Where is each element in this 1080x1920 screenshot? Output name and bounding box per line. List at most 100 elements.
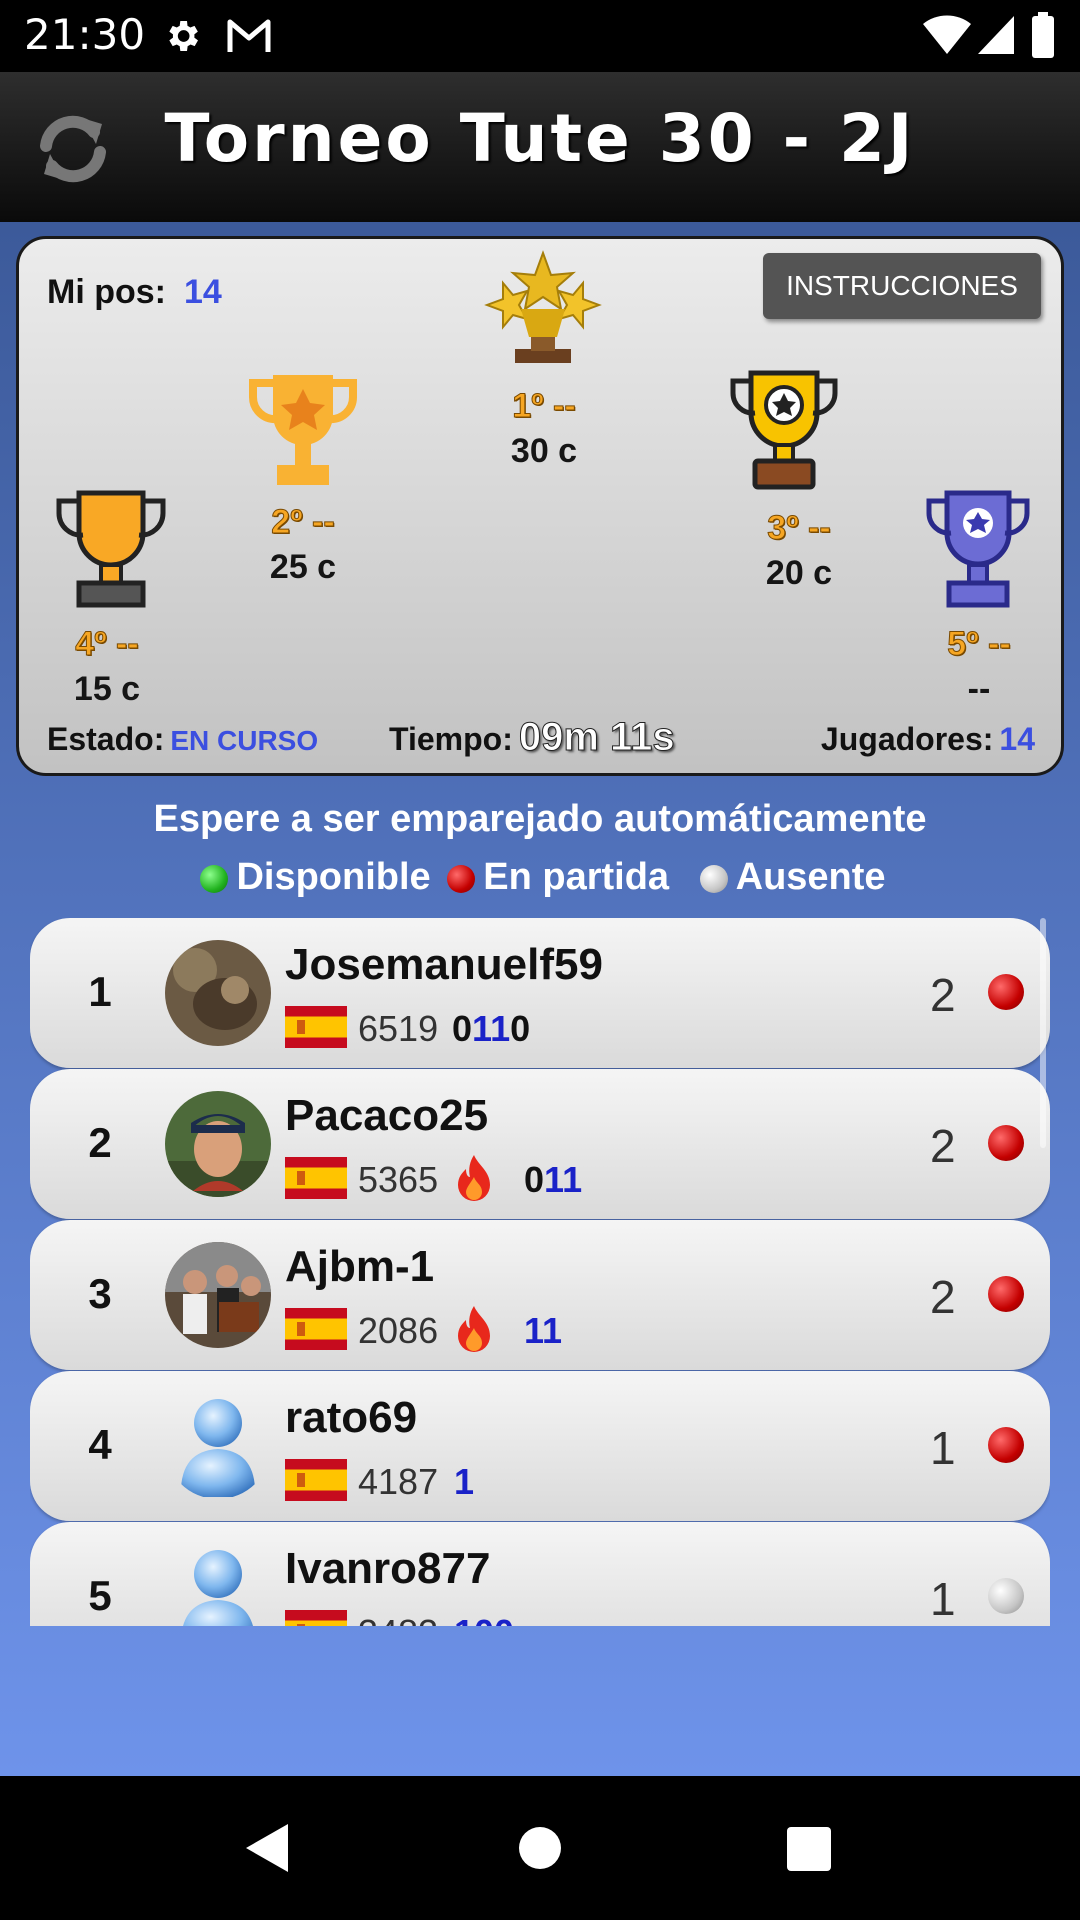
third-place-pos: 3º -- <box>767 509 831 548</box>
my-position: Mi pos: 14 <box>47 273 222 312</box>
player-row[interactable]: 2 Pacaco25 5365 011 2 <box>30 1069 1050 1219</box>
tournament-time: Tiempo: 09m 11s <box>389 715 675 760</box>
in-game-status-icon <box>988 1427 1024 1463</box>
second-place: 2º -- 25 c <box>223 503 383 587</box>
content-area: Mi pos: 14 INSTRUCCIONES 1º -- 30 c 2º -… <box>0 222 1080 1776</box>
spain-flag-icon <box>285 1157 347 1199</box>
in-game-status-icon <box>988 1276 1024 1312</box>
fifth-place-trophy-icon <box>923 487 1033 616</box>
home-icon[interactable] <box>518 1826 562 1875</box>
signal-icon <box>976 14 1016 61</box>
player-score: 3483 <box>358 1612 438 1626</box>
gmail-icon <box>226 18 272 59</box>
player-rank: 2 <box>88 1119 112 1166</box>
player-count-label: Jugadores: <box>820 721 994 757</box>
default-avatar-icon[interactable] <box>165 1393 271 1499</box>
my-position-label: Mi pos: <box>47 273 166 311</box>
spain-flag-icon <box>285 1459 347 1501</box>
fourth-place-pos: 4º -- <box>75 625 139 664</box>
player-streak: 1 <box>454 1461 475 1502</box>
battery-icon <box>1030 12 1056 63</box>
status-label: Estado: <box>47 721 165 757</box>
avatar[interactable] <box>165 1091 271 1197</box>
default-avatar-icon[interactable] <box>165 1544 271 1626</box>
status-time: 21:30 <box>24 10 146 59</box>
first-place-trophy-icon <box>481 249 605 374</box>
fourth-place-prize: 15 c <box>73 670 141 708</box>
fifth-place-prize: -- <box>967 670 991 708</box>
player-games: 2 <box>930 1120 956 1172</box>
list-scrollbar[interactable] <box>1040 918 1046 1148</box>
player-score: 6519 <box>358 1008 439 1049</box>
my-position-value: 14 <box>183 273 222 311</box>
tournament-status: Estado: EN CURSO <box>47 721 318 758</box>
player-row[interactable]: 3 Ajbm-1 2086 11 2 <box>30 1220 1050 1370</box>
player-row[interactable]: 1 Josemanuelf59 6519 0110 2 <box>30 918 1050 1068</box>
third-place-trophy-icon <box>725 367 843 496</box>
absent-status-icon <box>988 1578 1024 1614</box>
fourth-place-trophy-icon <box>49 487 173 616</box>
wait-message: Espere a ser emparejado automáticamente <box>153 798 927 840</box>
player-list[interactable]: 1 Josemanuelf59 6519 0110 2 2 Pacaco25 5365 011 2… <box>30 918 1050 1626</box>
spain-flag-icon <box>285 1610 347 1626</box>
instructions-button[interactable]: INSTRUCCIONES <box>763 253 1041 319</box>
spain-flag-icon <box>285 1308 347 1350</box>
player-rank: 5 <box>88 1572 112 1619</box>
legend-available: Disponible <box>236 856 431 898</box>
status-value: EN CURSO <box>170 725 319 756</box>
settings-icon <box>162 16 202 61</box>
player-name: Ivanro877 <box>285 1544 491 1593</box>
avatar[interactable] <box>165 940 271 1046</box>
player-row[interactable]: 4 rato69 4187 1 1 <box>30 1371 1050 1521</box>
player-name: Pacaco25 <box>285 1091 489 1140</box>
legend-in-game: En partida <box>483 856 670 898</box>
time-label: Tiempo: <box>389 721 513 757</box>
player-streak: 100 <box>454 1612 514 1626</box>
player-score: 2086 <box>358 1310 439 1351</box>
in-game-status-icon <box>988 1125 1024 1161</box>
page-title: Torneo Tute 30 - 2J <box>164 100 916 177</box>
legend-absent: Ausente <box>735 856 886 898</box>
spain-flag-icon <box>285 1006 347 1048</box>
player-games: 2 <box>930 1271 956 1323</box>
first-place: 1º -- 30 c <box>464 387 624 471</box>
player-streak: 011 <box>524 1159 583 1200</box>
status-legend: Disponible En partida Ausente <box>0 856 1080 899</box>
podium-panel: Mi pos: 14 INSTRUCCIONES 1º -- 30 c 2º -… <box>16 236 1064 776</box>
player-streak: 11 <box>524 1310 563 1351</box>
player-name: Ajbm-1 <box>285 1242 435 1291</box>
fourth-place: 4º -- 15 c <box>27 625 187 709</box>
available-dot-icon <box>200 864 229 893</box>
player-score: 5365 <box>358 1159 439 1200</box>
first-place-prize: 30 c <box>510 432 578 470</box>
player-rank: 3 <box>88 1270 112 1317</box>
fire-icon <box>454 1304 494 1352</box>
player-name: rato69 <box>285 1393 418 1442</box>
second-place-pos: 2º -- <box>271 503 335 542</box>
second-place-trophy-icon <box>241 367 365 496</box>
in-game-status-icon <box>988 974 1024 1010</box>
time-value: 09m 11s <box>518 715 675 760</box>
absent-dot-icon <box>699 864 728 893</box>
third-place-prize: 20 c <box>765 554 833 592</box>
back-icon[interactable] <box>244 1822 290 1879</box>
player-games: 1 <box>930 1422 956 1474</box>
in-game-dot-icon <box>447 864 476 893</box>
player-games: 1 <box>930 1573 956 1625</box>
fifth-place-pos: 5º -- <box>947 625 1011 664</box>
recents-icon[interactable] <box>786 1826 832 1877</box>
first-place-pos: 1º -- <box>512 387 576 426</box>
player-row[interactable]: 5 Ivanro877 3483 100 1 <box>30 1522 1050 1626</box>
player-score: 4187 <box>358 1461 439 1502</box>
system-nav-bar <box>0 1776 1080 1920</box>
player-rank: 4 <box>88 1421 112 1468</box>
player-name: Josemanuelf59 <box>285 940 603 989</box>
player-count: Jugadores: 14 <box>821 721 1035 758</box>
avatar[interactable] <box>165 1242 271 1348</box>
fifth-place: 5º -- -- <box>899 625 1059 709</box>
wifi-icon <box>922 14 972 61</box>
player-streak: 0110 <box>452 1008 531 1049</box>
third-place: 3º -- 20 c <box>719 509 879 593</box>
second-place-prize: 25 c <box>269 548 337 586</box>
player-games: 2 <box>930 969 956 1021</box>
